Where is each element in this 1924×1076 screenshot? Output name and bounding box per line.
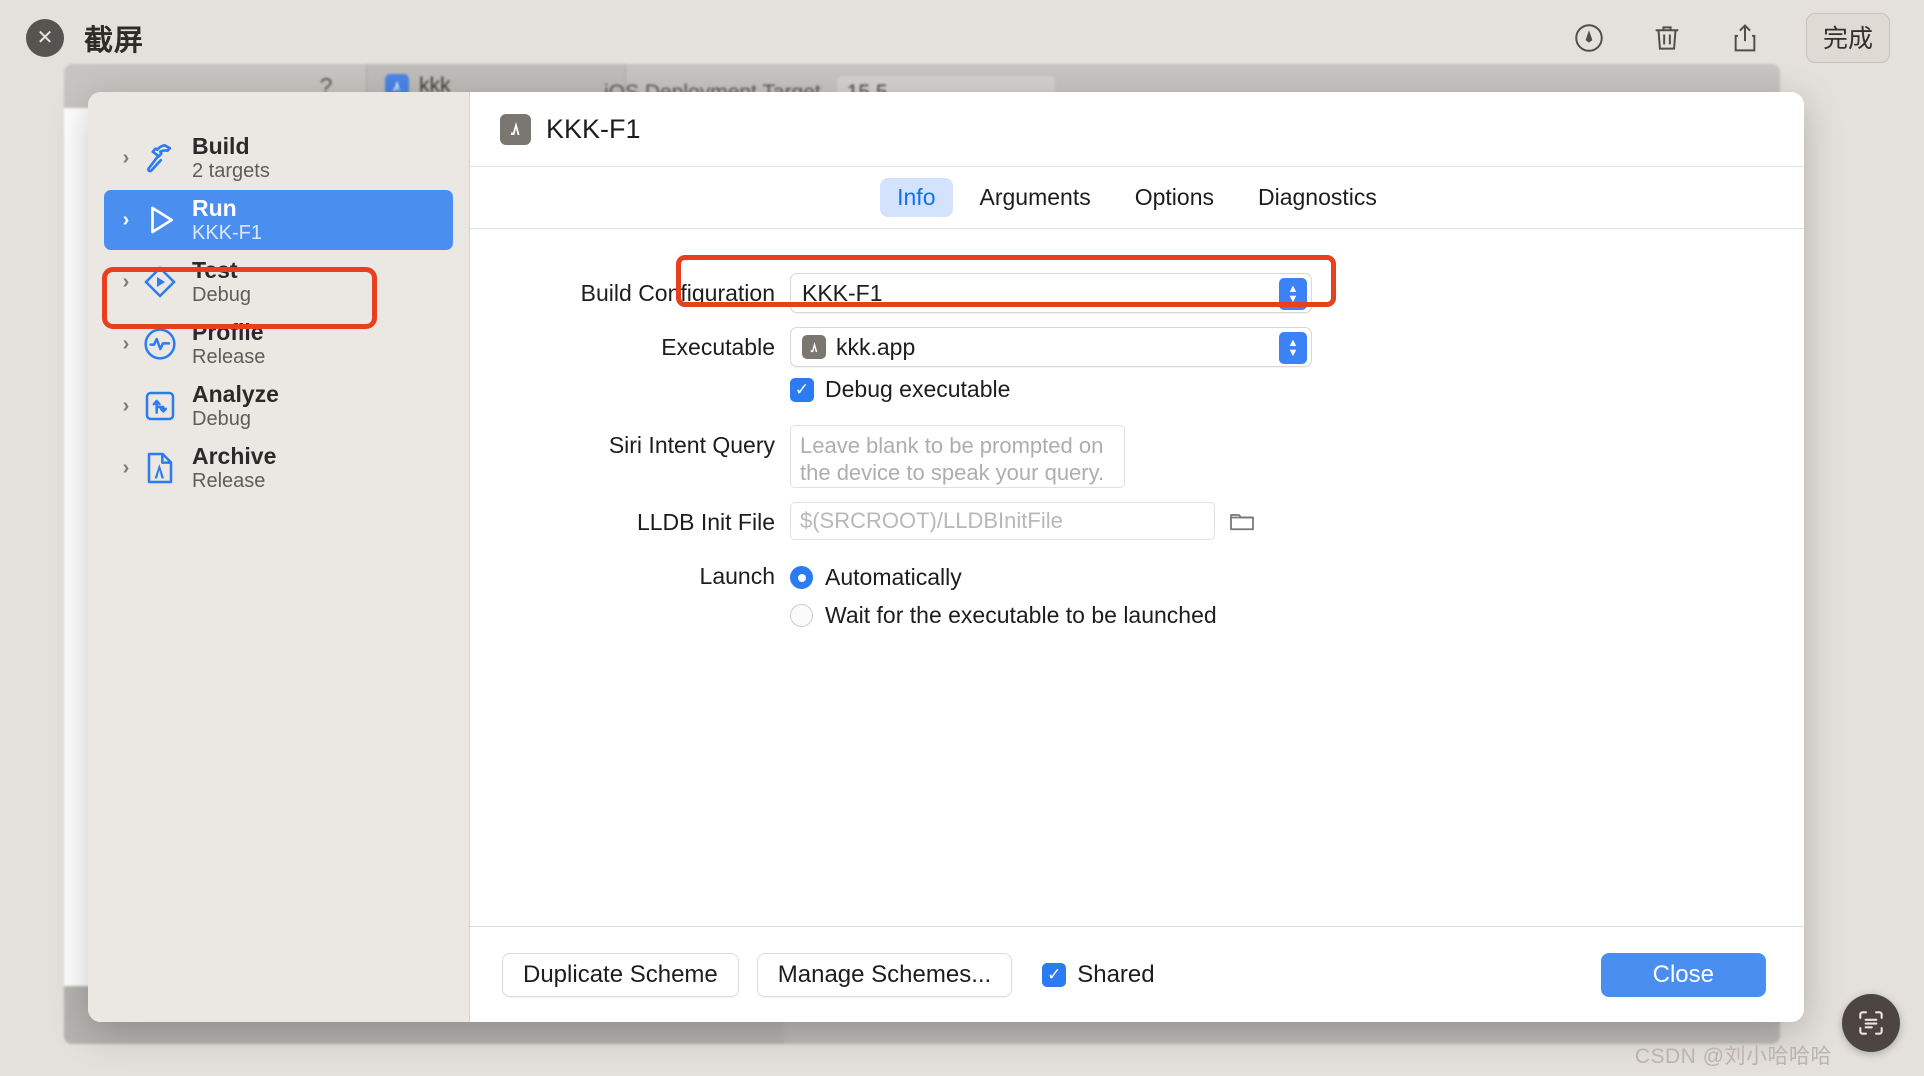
scheme-action-sidebar: › Build 2 targets › Run KKK-F1 › Test De…: [88, 92, 470, 1022]
scheme-main-pane: KKK-F1 Info Arguments Options Diagnostic…: [470, 92, 1804, 1022]
chevron-up-down-icon: ▲ ▼: [1279, 278, 1307, 310]
build-configuration-label: Build Configuration: [580, 280, 775, 306]
launch-option-label: Wait for the executable to be launched: [825, 602, 1217, 628]
tab-info[interactable]: Info: [880, 178, 953, 217]
sidebar-item-subtitle: KKK-F1: [192, 221, 263, 244]
sidebar-item-run[interactable]: › Run KKK-F1: [104, 190, 453, 250]
done-button[interactable]: 完成: [1805, 13, 1890, 63]
waveform-circle-icon: [140, 324, 180, 364]
sidebar-item-subtitle: Debug: [192, 407, 251, 430]
app-store-icon: [802, 335, 826, 359]
tab-options[interactable]: Options: [1118, 178, 1231, 217]
sidebar-item-subtitle: 2 targets: [192, 159, 270, 182]
build-configuration-select[interactable]: KKK-F1 ▲ ▼: [790, 273, 1312, 313]
sidebar-item-subtitle: Release: [192, 469, 266, 492]
close-button[interactable]: Close: [1600, 952, 1766, 997]
scheme-tabbar: Info Arguments Options Diagnostics: [470, 167, 1804, 229]
executable-label: Executable: [661, 334, 775, 360]
chevron-right-icon[interactable]: ›: [112, 209, 140, 232]
sidebar-item-title: Run: [192, 195, 237, 222]
sidebar-item-title: Profile: [192, 319, 264, 346]
chevron-right-icon[interactable]: ›: [112, 395, 140, 418]
debug-executable-checkbox[interactable]: ✓: [790, 377, 814, 402]
archive-doc-icon: [140, 448, 180, 488]
share-icon[interactable]: [1728, 21, 1762, 55]
sidebar-item-subtitle: Release: [192, 345, 266, 368]
siri-intent-query-input[interactable]: Leave blank to be prompted on the device…: [790, 425, 1125, 488]
launch-label: Launch: [699, 563, 775, 589]
shared-checkbox[interactable]: ✓: [1042, 962, 1067, 987]
debug-executable-label: Debug executable: [825, 376, 1011, 402]
screenshot-viewer: ✕ 截屏 完成 ? kkk › Build 2 targets › Run KK…: [0, 0, 1924, 1076]
radio-automatically[interactable]: [790, 566, 813, 589]
siri-intent-query-label: Siri Intent Query: [608, 432, 775, 458]
shared-label: Shared: [1077, 960, 1155, 988]
launch-option-label: Automatically: [825, 564, 962, 590]
executable-row: Executable kkk.app ▲ ▼ ✓ Debug executabl…: [470, 327, 1804, 403]
sidebar-item-archive[interactable]: › Archive Release: [104, 438, 453, 498]
play-icon: [140, 200, 180, 240]
tab-arguments[interactable]: Arguments: [963, 178, 1108, 217]
info-tab-panel: Build Configuration KKK-F1 ▲ ▼ Executable: [470, 229, 1804, 926]
siri-intent-query-row: Siri Intent Query Leave blank to be prom…: [470, 425, 1804, 488]
sidebar-item-build[interactable]: › Build 2 targets: [104, 128, 453, 188]
chevron-right-icon[interactable]: ›: [112, 271, 140, 294]
chevron-right-icon[interactable]: ›: [112, 457, 140, 480]
sidebar-item-title: Build: [192, 133, 250, 160]
app-store-icon: [500, 113, 531, 145]
close-circle-icon[interactable]: ✕: [26, 19, 64, 57]
page-title: 截屏: [84, 25, 145, 57]
sidebar-item-analyze[interactable]: › Analyze Debug: [104, 376, 453, 436]
chevron-right-icon[interactable]: ›: [112, 333, 140, 356]
diamond-play-icon: [140, 262, 180, 302]
folder-icon[interactable]: [1227, 506, 1257, 536]
viewer-toolbar: 完成: [1572, 13, 1898, 63]
scheme-editor-sheet: › Build 2 targets › Run KKK-F1 › Test De…: [88, 92, 1804, 1022]
hammer-icon: [140, 138, 180, 178]
executable-select[interactable]: kkk.app ▲ ▼: [790, 327, 1312, 367]
sidebar-item-test[interactable]: › Test Debug: [104, 252, 453, 312]
launch-row: Launch Automatically Wait for the execut…: [470, 556, 1804, 640]
debug-executable-row[interactable]: ✓ Debug executable: [790, 376, 1312, 403]
scheme-title: KKK-F1: [546, 113, 641, 144]
chevron-up-down-icon: ▲ ▼: [1279, 332, 1307, 364]
executable-value: kkk.app: [836, 333, 916, 360]
trash-icon[interactable]: [1650, 21, 1684, 55]
shared-checkbox-row[interactable]: ✓ Shared: [1042, 960, 1155, 989]
radio-wait-for-executable[interactable]: [790, 604, 813, 627]
scheme-header: KKK-F1: [470, 92, 1804, 167]
build-configuration-row: Build Configuration KKK-F1 ▲ ▼: [470, 273, 1804, 313]
lldb-init-file-input[interactable]: $(SRCROOT)/LLDBInitFile: [790, 502, 1215, 540]
chevron-right-icon[interactable]: ›: [112, 147, 140, 170]
manage-schemes-button[interactable]: Manage Schemes...: [756, 952, 1013, 997]
launch-option-wait[interactable]: Wait for the executable to be launched: [790, 602, 1217, 629]
sidebar-item-profile[interactable]: › Profile Release: [104, 314, 453, 374]
sidebar-item-title: Test: [192, 257, 238, 284]
markup-pen-icon[interactable]: [1572, 21, 1606, 55]
launch-option-automatically[interactable]: Automatically: [790, 564, 1217, 591]
duplicate-scheme-button[interactable]: Duplicate Scheme: [502, 952, 739, 997]
scheme-footer: Duplicate Scheme Manage Schemes... ✓ Sha…: [470, 926, 1804, 1022]
sidebar-item-title: Archive: [192, 443, 277, 470]
analyze-arrows-icon: [140, 386, 180, 426]
live-text-scan-icon[interactable]: [1842, 994, 1900, 1052]
build-configuration-value: KKK-F1: [802, 279, 883, 306]
lldb-init-file-row: LLDB Init File $(SRCROOT)/LLDBInitFile: [470, 502, 1804, 542]
sidebar-item-subtitle: Debug: [192, 283, 251, 306]
tab-diagnostics[interactable]: Diagnostics: [1241, 178, 1394, 217]
lldb-init-file-label: LLDB Init File: [636, 509, 775, 535]
sidebar-item-title: Analyze: [192, 381, 279, 408]
watermark-text: CSDN @刘小哈哈哈: [1634, 1045, 1832, 1068]
